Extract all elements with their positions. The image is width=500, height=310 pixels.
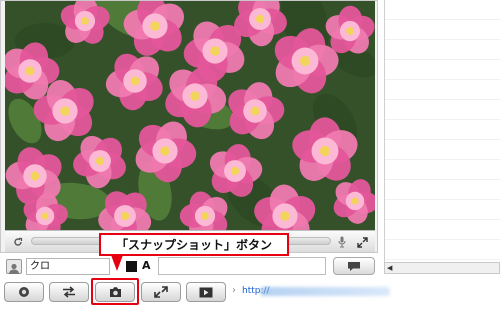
callout-arrow <box>111 255 123 271</box>
switch-button[interactable] <box>49 282 89 302</box>
chat-scrollbar[interactable]: ◀ <box>384 262 500 274</box>
video-panel <box>0 0 378 253</box>
chat-panel <box>384 0 500 272</box>
media-icon <box>199 287 213 297</box>
font-button[interactable]: A <box>142 258 154 274</box>
color-swatch[interactable] <box>126 261 137 272</box>
user-icon <box>6 259 22 274</box>
media-button[interactable] <box>186 282 226 302</box>
fullscreen-button[interactable] <box>141 282 181 302</box>
switch-arrows-icon <box>63 286 75 298</box>
user-name-value: クロ <box>30 261 50 272</box>
fullscreen-icon <box>154 286 168 298</box>
expand-icon[interactable] <box>355 234 369 250</box>
record-button[interactable] <box>4 282 44 302</box>
video-image-roses <box>5 1 375 230</box>
microphone-icon[interactable] <box>335 234 349 250</box>
record-icon <box>19 287 29 297</box>
chat-bubble-icon <box>348 261 360 271</box>
refresh-icon[interactable] <box>10 234 26 250</box>
url-chevron-icon: › <box>232 285 236 296</box>
video-feed <box>5 1 375 230</box>
snapshot-highlight-box <box>91 278 139 305</box>
user-name-field[interactable]: クロ <box>26 258 110 275</box>
send-comment-button[interactable] <box>333 257 375 275</box>
url-obscured-region <box>260 287 390 296</box>
snapshot-callout-label: 「スナップショット」ボタン <box>115 238 272 252</box>
scroll-left-icon[interactable]: ◀ <box>387 264 395 272</box>
comment-input[interactable] <box>158 257 326 275</box>
comment-row: クロ A <box>0 256 378 276</box>
snapshot-callout: 「スナップショット」ボタン <box>99 233 289 256</box>
